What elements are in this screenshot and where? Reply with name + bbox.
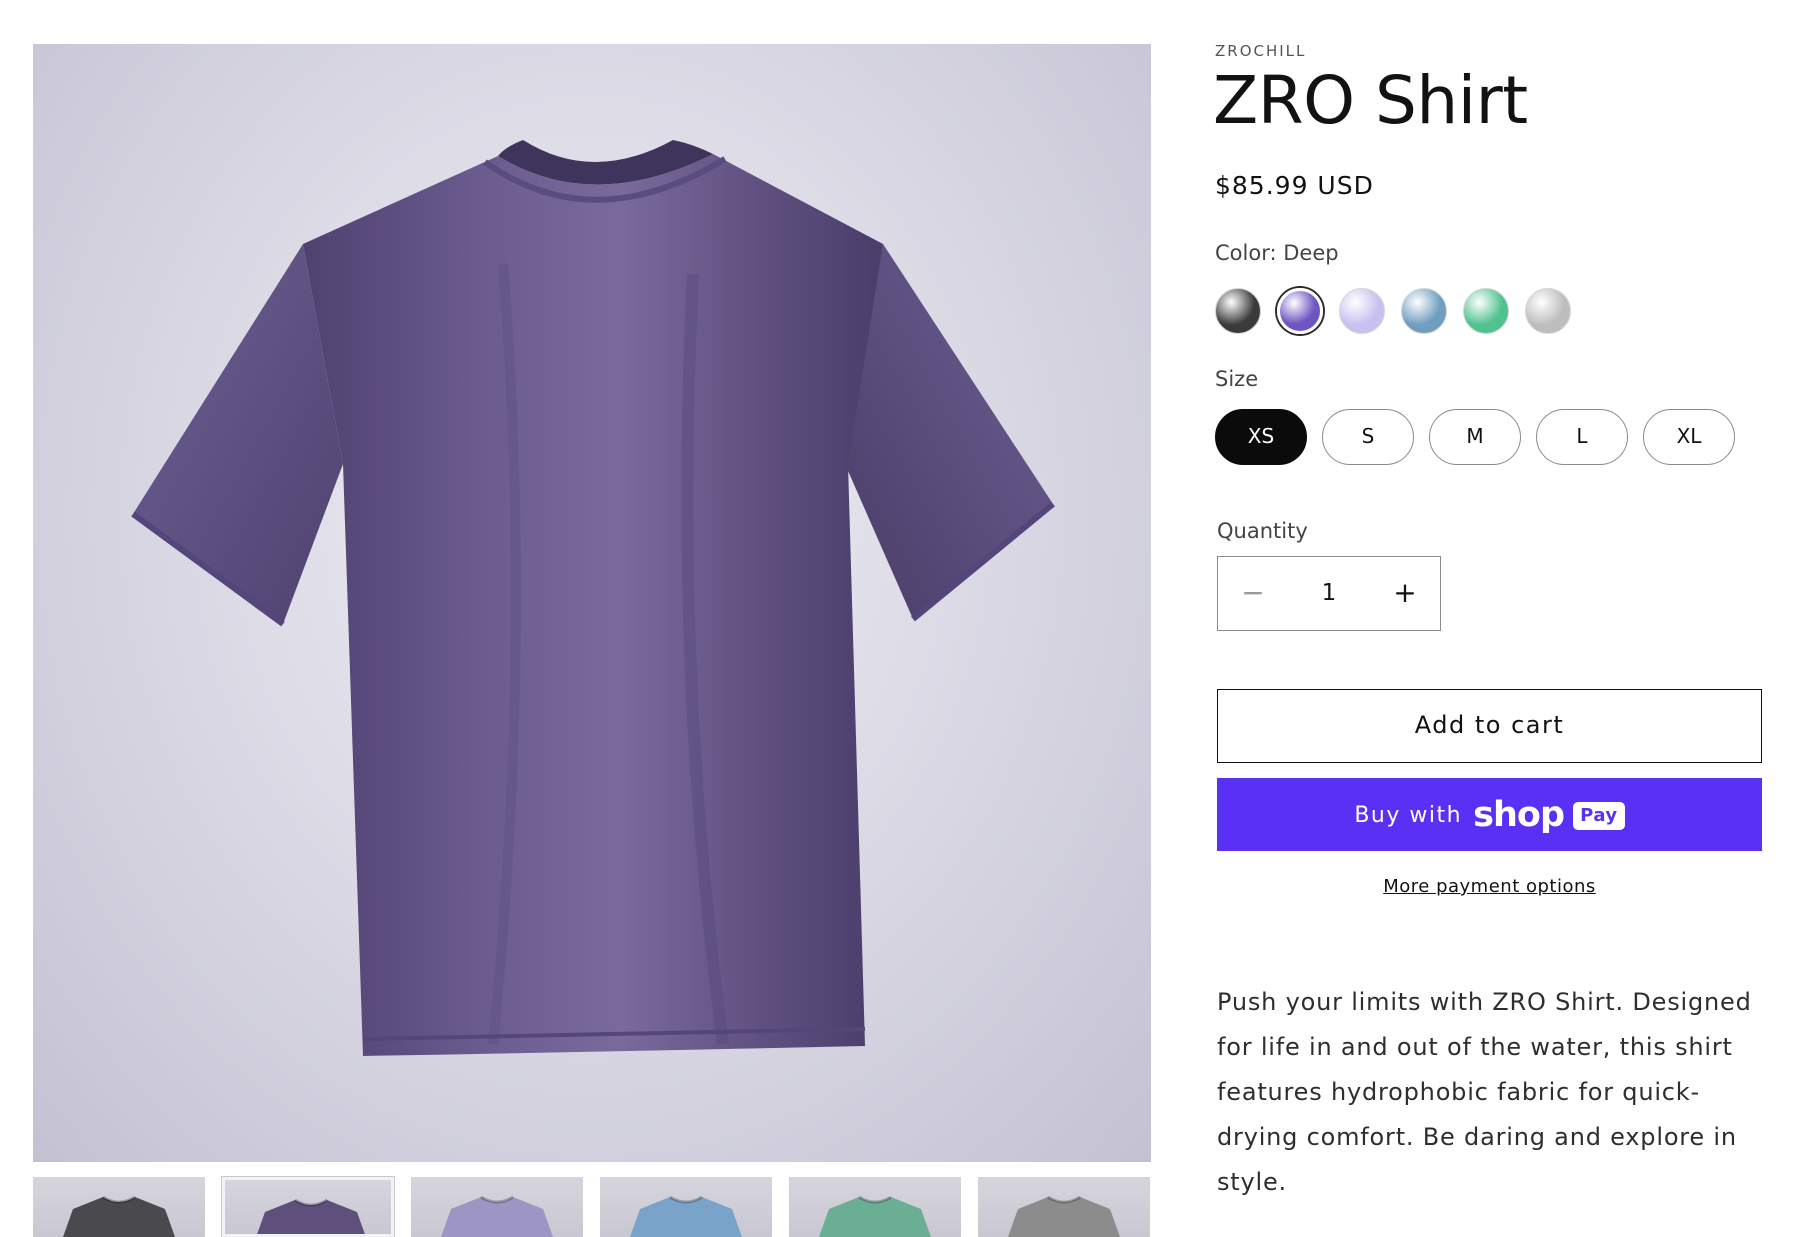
color-selected-value: Deep — [1283, 241, 1339, 265]
thumbnail-green[interactable] — [789, 1177, 961, 1237]
color-swatch-deep[interactable] — [1277, 288, 1323, 334]
thumbnail-shirt-image — [63, 1195, 175, 1237]
color-swatches — [1215, 288, 1760, 336]
product-title: ZRO Shirt — [1213, 62, 1528, 139]
t-shirt-image — [131, 140, 1055, 1056]
buy-with-label: Buy with — [1354, 803, 1463, 828]
main-product-image[interactable] — [33, 44, 1151, 1162]
size-option-l[interactable]: L — [1536, 409, 1628, 465]
product-info: ZROCHILL ZRO Shirt $85.99 USD Color: Dee… — [1213, 0, 1762, 1224]
product-description: Push your limits with ZRO Shirt. Designe… — [1217, 988, 1752, 1196]
thumbnail-shirt-image — [630, 1195, 742, 1237]
shop-logo-text: shop — [1473, 795, 1565, 835]
color-label: Color: Deep — [1215, 241, 1339, 265]
thumbnail-strip — [33, 1176, 1151, 1237]
color-swatch-black[interactable] — [1215, 288, 1261, 334]
quantity-label: Quantity — [1217, 519, 1308, 543]
color-swatch-green[interactable] — [1463, 288, 1509, 334]
size-option-xs[interactable]: XS — [1215, 409, 1307, 465]
thumbnail-gray[interactable] — [978, 1177, 1150, 1237]
thumbnail-shirt-image — [819, 1195, 931, 1237]
thumbnail-deep[interactable] — [221, 1176, 395, 1237]
color-swatch-blue[interactable] — [1401, 288, 1447, 334]
color-swatch-lavender[interactable] — [1339, 288, 1385, 334]
add-to-cart-button[interactable]: Add to cart — [1217, 689, 1762, 763]
quantity-input[interactable]: 1 — [1288, 557, 1370, 629]
color-label-prefix: Color: — [1215, 241, 1277, 265]
size-options: XS S M L XL — [1215, 409, 1760, 467]
size-option-s[interactable]: S — [1322, 409, 1414, 465]
quantity-stepper: − 1 + — [1217, 556, 1441, 631]
color-swatch-gray[interactable] — [1525, 288, 1571, 334]
thumbnail-shirt-image — [441, 1195, 553, 1237]
quantity-increase-button[interactable]: + — [1370, 557, 1440, 629]
thumbnail-shirt-image — [1008, 1195, 1120, 1237]
product-price: $85.99 USD — [1215, 171, 1374, 200]
thumbnail-shirt-image — [257, 1198, 365, 1234]
pay-badge: Pay — [1573, 801, 1625, 830]
size-option-m[interactable]: M — [1429, 409, 1521, 465]
thumbnail-lavender[interactable] — [411, 1177, 583, 1237]
more-payment-options-link[interactable]: More payment options — [1217, 876, 1762, 897]
size-label: Size — [1215, 367, 1259, 391]
thumbnail-black[interactable] — [33, 1177, 205, 1237]
buy-with-shop-pay-button[interactable]: Buy with shop Pay — [1217, 778, 1762, 851]
quantity-decrease-button[interactable]: − — [1218, 557, 1288, 629]
size-option-xl[interactable]: XL — [1643, 409, 1735, 465]
vendor-name: ZROCHILL — [1215, 42, 1307, 60]
thumbnail-blue[interactable] — [600, 1177, 772, 1237]
